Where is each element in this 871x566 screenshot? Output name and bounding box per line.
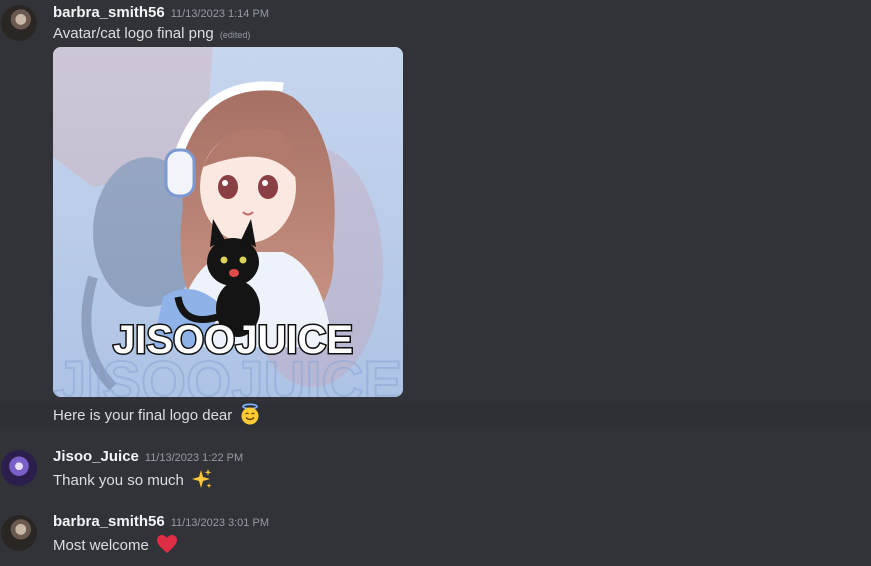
message-content: Most welcome	[53, 533, 178, 556]
chat-messages: barbra_smith56 11/13/2023 1:14 PM Avatar/…	[0, 0, 871, 566]
avatar[interactable]	[1, 515, 37, 551]
image-attachment[interactable]: JISOOJUICE JISOOJUICE	[53, 47, 403, 397]
sparkles-icon	[192, 469, 212, 489]
logo-text: JISOOJUICE	[113, 318, 353, 362]
message-text: Most welcome	[53, 537, 149, 554]
edited-label[interactable]: (edited)	[220, 30, 251, 40]
avatar[interactable]	[1, 450, 37, 486]
timestamp[interactable]: 11/13/2023 3:01 PM	[171, 517, 269, 529]
avatar[interactable]	[1, 5, 37, 41]
message-content: Thank you so much	[53, 468, 213, 491]
username[interactable]: Jisoo_Juice	[53, 448, 139, 465]
message-content: Avatar/cat logo final png (edited)	[53, 24, 250, 45]
message-content: Here is your final logo dear	[53, 403, 261, 426]
message-text: Here is your final logo dear	[53, 407, 233, 424]
message-header: barbra_smith56 11/13/2023 1:14 PM	[53, 3, 269, 24]
smiling-face-with-halo-icon	[241, 403, 259, 425]
timestamp[interactable]: 11/13/2023 1:14 PM	[171, 8, 269, 20]
message-text: Thank you so much	[53, 472, 184, 489]
message-header: barbra_smith56 11/13/2023 3:01 PM	[53, 512, 269, 533]
red-heart-icon	[157, 535, 178, 553]
message-header: Jisoo_Juice 11/13/2023 1:22 PM	[53, 447, 243, 468]
username[interactable]: barbra_smith56	[53, 513, 165, 530]
timestamp[interactable]: 11/13/2023 1:22 PM	[145, 452, 243, 464]
username[interactable]: barbra_smith56	[53, 4, 165, 21]
message-text: Avatar/cat logo final png	[53, 25, 214, 42]
logo-artwork: JISOOJUICE JISOOJUICE	[53, 47, 403, 397]
